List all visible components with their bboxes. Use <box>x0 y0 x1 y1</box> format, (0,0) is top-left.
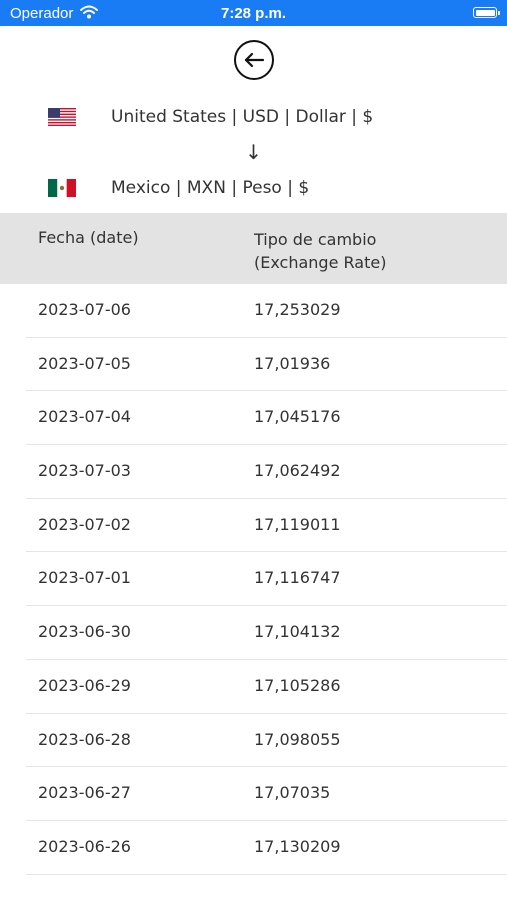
table-row[interactable]: 2023-06-27 17,07035 <box>0 767 507 821</box>
row-rate: 17,01936 <box>254 353 331 373</box>
battery-icon <box>473 7 500 18</box>
row-rate: 17,116747 <box>254 568 341 588</box>
table-row[interactable]: 2023-07-01 17,116747 <box>0 552 507 606</box>
table-header: Fecha (date) Tipo de cambio (Exchange Ra… <box>0 213 507 284</box>
header-rate-line2: (Exchange Rate) <box>254 253 387 272</box>
rate-table: 2023-07-06 17,253029 2023-07-05 17,01936 202… <box>0 284 507 875</box>
table-row[interactable]: 2023-06-28 17,098055 <box>0 714 507 768</box>
from-currency-label: United States | USD | Dollar | $ <box>111 107 374 127</box>
row-rate: 17,098055 <box>254 729 341 749</box>
back-arrow-icon <box>244 52 265 68</box>
header-rate: Tipo de cambio (Exchange Rate) <box>254 228 386 274</box>
row-rate: 17,07035 <box>254 783 331 803</box>
row-rate: 17,105286 <box>254 675 341 695</box>
row-date: 2023-07-05 <box>38 353 131 373</box>
header-rate-line1: Tipo de cambio <box>254 230 377 249</box>
table-row[interactable]: 2023-07-05 17,01936 <box>0 338 507 392</box>
header-date: Fecha (date) <box>38 228 139 247</box>
table-row[interactable]: 2023-07-06 17,253029 <box>0 284 507 338</box>
conversion-arrow-icon: ↓ <box>245 140 262 164</box>
row-rate: 17,253029 <box>254 300 341 319</box>
row-rate: 17,062492 <box>254 461 341 481</box>
table-row[interactable]: 2023-06-29 17,105286 <box>0 660 507 714</box>
row-date: 2023-06-30 <box>38 622 131 642</box>
row-date: 2023-07-01 <box>38 568 131 588</box>
row-date: 2023-06-29 <box>38 675 131 695</box>
table-row[interactable]: 2023-06-30 17,104132 <box>0 606 507 660</box>
status-time: 7:28 p.m. <box>220 5 287 22</box>
us-flag-icon <box>48 108 76 126</box>
to-currency-label: Mexico | MXN | Peso | $ <box>111 178 310 198</box>
to-currency-row: Mexico | MXN | Peso | $ <box>0 173 507 203</box>
from-currency-row: United States | USD | Dollar | $ <box>0 102 507 132</box>
row-date: 2023-07-03 <box>38 461 131 481</box>
row-rate: 17,045176 <box>254 407 341 427</box>
row-date: 2023-07-02 <box>38 514 131 534</box>
table-row[interactable]: 2023-07-03 17,062492 <box>0 445 507 499</box>
table-row[interactable]: 2023-06-26 17,130209 <box>0 821 507 875</box>
mx-flag-icon <box>48 179 76 197</box>
row-date: 2023-07-06 <box>38 300 131 319</box>
row-rate: 17,104132 <box>254 622 341 642</box>
table-row[interactable]: 2023-07-02 17,119011 <box>0 499 507 553</box>
row-date: 2023-07-04 <box>38 407 131 427</box>
status-bar: Operador 7:28 p.m. <box>0 0 507 26</box>
row-rate: 17,119011 <box>254 514 341 534</box>
row-date: 2023-06-27 <box>38 783 131 803</box>
row-rate: 17,130209 <box>254 836 341 856</box>
row-date: 2023-06-28 <box>38 729 131 749</box>
back-button[interactable] <box>234 40 274 80</box>
row-date: 2023-06-26 <box>38 836 131 856</box>
table-row[interactable]: 2023-07-04 17,045176 <box>0 391 507 445</box>
